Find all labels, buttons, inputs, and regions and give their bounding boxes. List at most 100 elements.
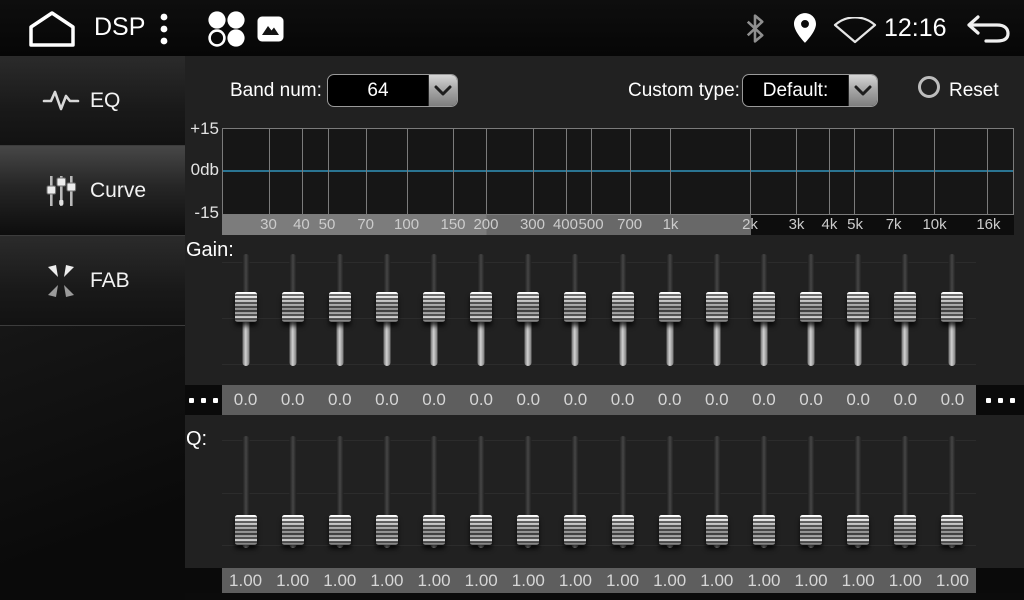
gain-slider-knob[interactable] xyxy=(470,292,492,322)
q-scroll-left-button[interactable] xyxy=(185,568,222,593)
gain-slider[interactable] xyxy=(740,254,787,366)
gain-scroll-left-button[interactable] xyxy=(185,385,222,415)
gain-slider-knob[interactable] xyxy=(941,292,963,322)
q-slider[interactable] xyxy=(835,436,882,548)
gain-slider[interactable] xyxy=(222,254,269,366)
q-scroll-right-button[interactable] xyxy=(976,568,1024,593)
q-value: 1.00 xyxy=(552,568,599,593)
gain-slider-knob[interactable] xyxy=(376,292,398,322)
q-slider[interactable] xyxy=(222,436,269,548)
gain-value: 0.0 xyxy=(835,385,882,415)
q-slider-knob[interactable] xyxy=(423,515,445,545)
gain-slider[interactable] xyxy=(929,254,976,366)
sidebar-item-fab[interactable]: FAB xyxy=(0,236,185,326)
q-slider[interactable] xyxy=(316,436,363,548)
q-slider-knob[interactable] xyxy=(941,515,963,545)
gain-slider-knob[interactable] xyxy=(800,292,822,322)
gain-slider[interactable] xyxy=(411,254,458,366)
slider-track-bottom xyxy=(760,316,767,366)
freq-tick-label: 4k xyxy=(822,215,838,235)
sidebar-item-eq[interactable]: EQ xyxy=(0,56,185,146)
gain-slider-knob[interactable] xyxy=(706,292,728,322)
q-slider-knob[interactable] xyxy=(659,515,681,545)
grid-line xyxy=(486,129,487,214)
q-slider-knob[interactable] xyxy=(517,515,539,545)
q-value: 1.00 xyxy=(363,568,410,593)
q-slider[interactable] xyxy=(411,436,458,548)
custom-type-value: Default: xyxy=(743,75,848,106)
q-slider-knob[interactable] xyxy=(847,515,869,545)
reset-radio-button[interactable] xyxy=(918,76,940,98)
gain-slider-knob[interactable] xyxy=(564,292,586,322)
location-pin-icon xyxy=(794,13,816,43)
home-icon[interactable] xyxy=(27,10,77,48)
q-slider-knob[interactable] xyxy=(329,515,351,545)
freq-tick-label: 3k xyxy=(789,215,805,235)
gain-slider[interactable] xyxy=(363,254,410,366)
q-slider-knob[interactable] xyxy=(612,515,634,545)
clover-apps-icon[interactable] xyxy=(205,10,247,48)
gain-slider-knob[interactable] xyxy=(329,292,351,322)
q-slider[interactable] xyxy=(740,436,787,548)
q-slider-knob[interactable] xyxy=(376,515,398,545)
gain-slider-knob[interactable] xyxy=(235,292,257,322)
dsp-app-screen: DSP 12:16 xyxy=(0,0,1024,600)
sidebar-item-curve[interactable]: Curve xyxy=(0,146,185,236)
q-slider-knob[interactable] xyxy=(800,515,822,545)
slider-track-bottom xyxy=(808,316,815,366)
q-slider[interactable] xyxy=(788,436,835,548)
gain-slider-knob[interactable] xyxy=(894,292,916,322)
gain-slider-knob[interactable] xyxy=(753,292,775,322)
q-slider-knob[interactable] xyxy=(894,515,916,545)
gain-slider[interactable] xyxy=(646,254,693,366)
q-slider-knob[interactable] xyxy=(470,515,492,545)
gain-slider[interactable] xyxy=(552,254,599,366)
gain-slider[interactable] xyxy=(599,254,646,366)
gain-slider[interactable] xyxy=(316,254,363,366)
gain-slider-knob[interactable] xyxy=(659,292,681,322)
gain-slider[interactable] xyxy=(269,254,316,366)
gain-slider[interactable] xyxy=(882,254,929,366)
q-slider-knob[interactable] xyxy=(753,515,775,545)
back-arrow-icon[interactable] xyxy=(964,14,1012,43)
q-slider[interactable] xyxy=(458,436,505,548)
bottom-bar xyxy=(185,593,1024,600)
q-slider-knob[interactable] xyxy=(564,515,586,545)
gain-slider[interactable] xyxy=(835,254,882,366)
gain-slider[interactable] xyxy=(458,254,505,366)
q-slider[interactable] xyxy=(882,436,929,548)
kebab-menu-icon[interactable] xyxy=(159,13,169,45)
freq-tick-label: 150 xyxy=(441,215,466,235)
gain-slider-knob[interactable] xyxy=(517,292,539,322)
freq-tick-label: 50 xyxy=(319,215,336,235)
gain-slider-knob[interactable] xyxy=(612,292,634,322)
gain-scroll-right-button[interactable] xyxy=(976,385,1024,415)
custom-type-dropdown[interactable]: Default: xyxy=(742,74,878,107)
q-value: 1.00 xyxy=(740,568,787,593)
q-slider[interactable] xyxy=(929,436,976,548)
band-num-dropdown[interactable]: 64 xyxy=(327,74,458,107)
q-slider[interactable] xyxy=(363,436,410,548)
gain-slider-knob[interactable] xyxy=(847,292,869,322)
grid-line xyxy=(934,129,935,214)
gain-slider-knob[interactable] xyxy=(423,292,445,322)
gain-slider-knob[interactable] xyxy=(282,292,304,322)
gain-slider[interactable] xyxy=(693,254,740,366)
q-slider-knob[interactable] xyxy=(282,515,304,545)
grid-line xyxy=(566,129,567,214)
freq-tick-label: 700 xyxy=(617,215,642,235)
gain-slider[interactable] xyxy=(505,254,552,366)
q-slider[interactable] xyxy=(552,436,599,548)
q-slider-knob[interactable] xyxy=(706,515,728,545)
q-slider-knob[interactable] xyxy=(235,515,257,545)
q-slider[interactable] xyxy=(269,436,316,548)
q-slider[interactable] xyxy=(599,436,646,548)
q-slider[interactable] xyxy=(646,436,693,548)
gain-slider[interactable] xyxy=(788,254,835,366)
photo-icon[interactable] xyxy=(257,16,284,42)
freq-tick-label: 300 xyxy=(520,215,545,235)
slider-track-bottom xyxy=(478,316,485,366)
q-slider[interactable] xyxy=(505,436,552,548)
q-value: 1.00 xyxy=(646,568,693,593)
q-slider[interactable] xyxy=(693,436,740,548)
